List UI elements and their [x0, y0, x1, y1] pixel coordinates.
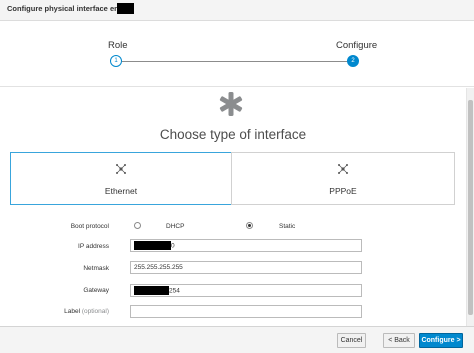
- netmask-label: Netmask: [83, 265, 109, 272]
- dialog-header: Configure physical interface ens: [0, 0, 474, 21]
- netmask-input[interactable]: 255.255.255.255: [130, 261, 362, 274]
- ip-address-suffix: 0: [171, 242, 175, 250]
- redacted-ip-prefix: [134, 241, 171, 250]
- interface-type-pppoe[interactable]: PPPoE: [231, 152, 455, 205]
- gateway-input[interactable]: 254: [130, 284, 362, 297]
- step-configure-label: Configure: [336, 40, 378, 51]
- dialog-footer: Cancel < Back Configure >: [0, 326, 474, 353]
- cancel-button[interactable]: Cancel: [337, 333, 366, 348]
- asterisk-icon: [219, 92, 243, 116]
- step-connector-line: [122, 61, 348, 62]
- static-label: Static: [279, 223, 296, 230]
- scrollbar-thumb[interactable]: [468, 100, 473, 315]
- gateway-suffix: 254: [169, 287, 180, 295]
- ip-address-input[interactable]: 0: [130, 239, 362, 252]
- back-button[interactable]: < Back: [383, 333, 415, 348]
- step-role-marker[interactable]: 1: [110, 55, 122, 67]
- gateway-label: Gateway: [83, 287, 109, 294]
- interface-type-ethernet[interactable]: Ethernet: [10, 152, 232, 205]
- static-radio[interactable]: [246, 222, 253, 229]
- network-nodes-icon: [116, 164, 126, 174]
- label-field-text: Label: [64, 308, 81, 315]
- choose-type-title: Choose type of interface: [159, 127, 307, 142]
- redacted-gateway-prefix: [134, 286, 169, 295]
- ethernet-label: Ethernet: [104, 186, 138, 196]
- wizard-content: Choose type of interface Ethernet PPPoE …: [0, 88, 466, 326]
- optional-hint: (optional): [81, 308, 109, 315]
- dhcp-radio[interactable]: [134, 222, 141, 229]
- network-nodes-icon: [338, 164, 348, 174]
- step-role-label: Role: [108, 40, 128, 51]
- boot-protocol-label: Boot protocol: [70, 223, 109, 230]
- content-scrollbar[interactable]: [466, 88, 474, 326]
- label-input[interactable]: [130, 305, 362, 318]
- step-configure-marker: 2: [347, 55, 359, 67]
- redacted-interface-name: [117, 3, 134, 14]
- wizard-progress: Role Configure 1 2: [0, 22, 474, 87]
- dhcp-label: DHCP: [166, 223, 185, 230]
- configure-button[interactable]: Configure >: [419, 333, 463, 348]
- ip-address-label: IP address: [78, 243, 109, 250]
- dialog-title: Configure physical interface ens: [7, 4, 123, 13]
- label-field-label: Label (optional): [9, 308, 109, 315]
- pppoe-label: PPPoE: [329, 186, 357, 196]
